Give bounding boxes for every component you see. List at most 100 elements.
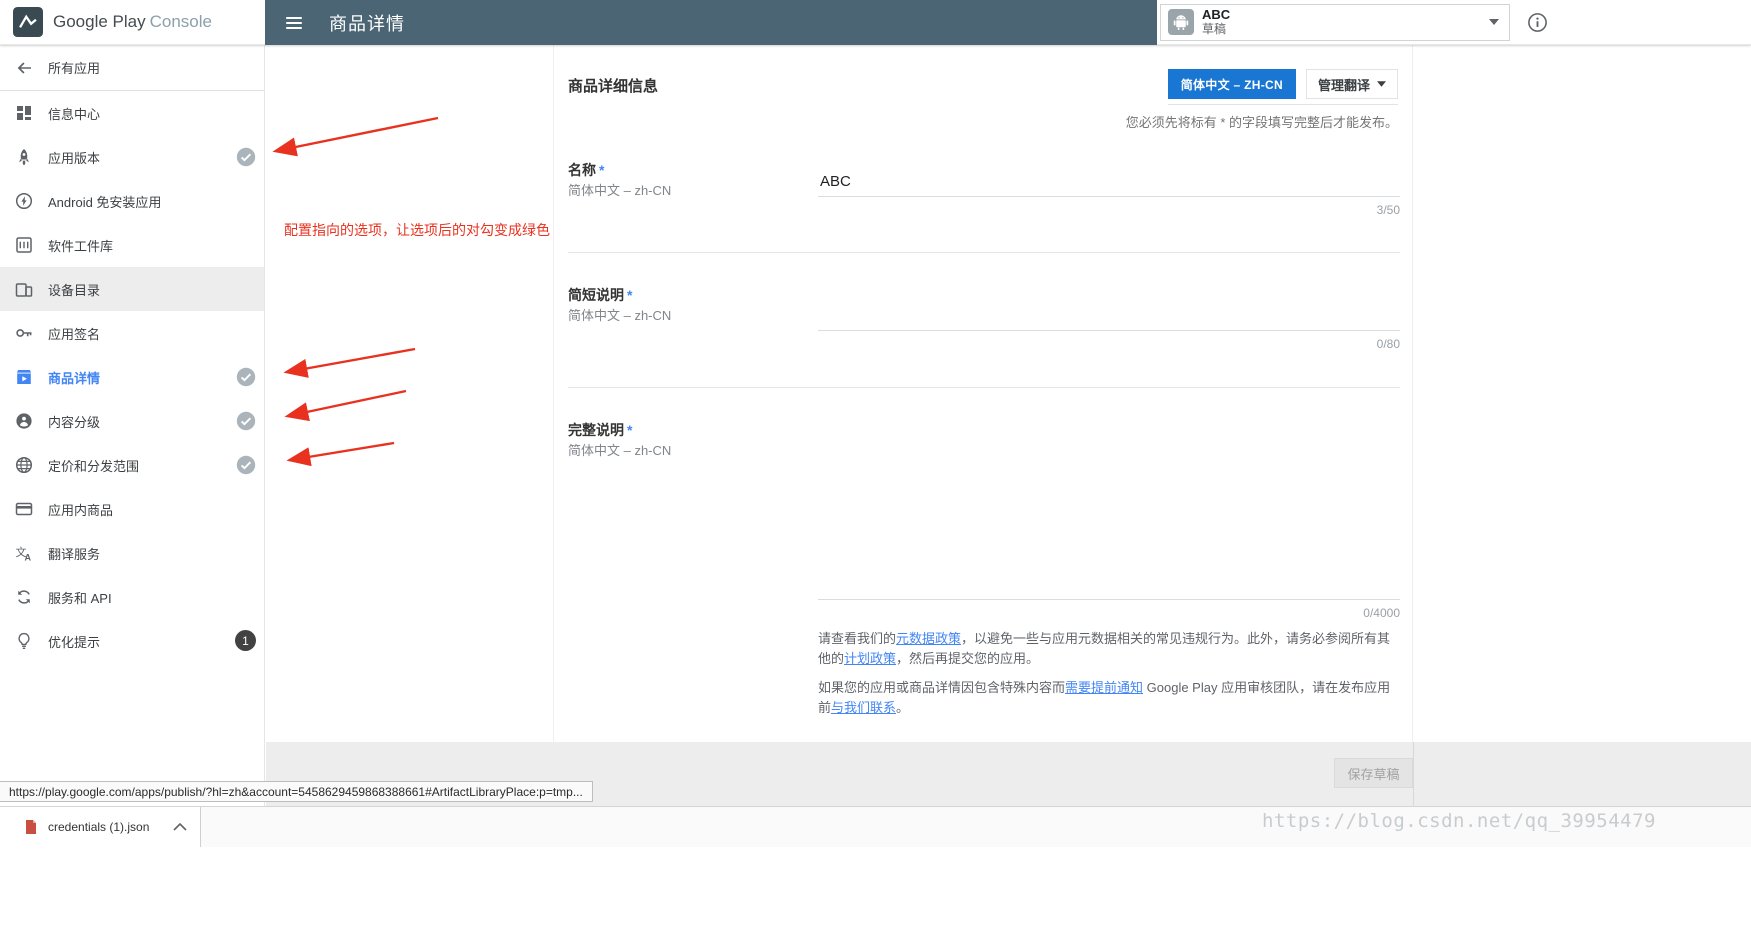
- sidebar-item-services-api[interactable]: 服务和 API: [0, 575, 264, 619]
- brand-name-primary: Google Play: [53, 12, 146, 31]
- policy-notes: 请查看我们的元数据政策，以避免一些与应用元数据相关的常见违规行为。此外，请务必参…: [818, 629, 1402, 719]
- sidebar-item-label: 信息中心: [48, 106, 101, 122]
- sidebar-back-label: 所有应用: [48, 61, 101, 76]
- sidebar-item-app-releases[interactable]: 应用版本: [0, 135, 264, 179]
- advance-notice-link[interactable]: 需要提前通知: [1065, 680, 1143, 695]
- policy-text: ，然后再提交您的应用。: [896, 651, 1040, 667]
- section-title: 商品详细信息: [568, 78, 659, 95]
- short-description-input[interactable]: [818, 291, 1400, 331]
- sidebar-item-instant-apps[interactable]: Android 免安装应用: [0, 179, 264, 223]
- manage-translations-label: 管理翻译: [1317, 77, 1370, 93]
- footer-divider: [1413, 742, 1414, 806]
- topbar-right-section: ABC 草稿: [1157, 0, 1751, 45]
- store-listing-card: 商品详细信息 简体中文 – ZH-CN 管理翻译 您必须先将标有 * 的字段填写…: [553, 45, 1413, 742]
- top-app-bar: Google Play Console 商品详情 ABC 草稿: [0, 0, 1751, 45]
- sidebar-item-dashboard[interactable]: 信息中心: [0, 91, 264, 135]
- manage-translations-button[interactable]: 管理翻译: [1305, 69, 1398, 99]
- download-item[interactable]: credentials (1).json: [0, 807, 201, 847]
- app-name: ABC: [1202, 6, 1231, 22]
- metadata-policy-link[interactable]: 元数据政策: [896, 631, 961, 646]
- chevron-down-icon: [1377, 81, 1386, 87]
- devices-icon: [15, 280, 33, 298]
- key-icon: [15, 324, 33, 342]
- full-description-input[interactable]: [818, 429, 1400, 600]
- sidebar-item-label: 服务和 API: [48, 590, 112, 606]
- field-label-text: 完整说明: [568, 422, 624, 438]
- svg-text:A: A: [25, 553, 32, 563]
- translate-icon: 文A: [15, 544, 33, 562]
- menu-icon[interactable]: [284, 13, 304, 33]
- sidebar-item-label: 优化提示: [48, 634, 101, 650]
- annotation-note: 配置指向的选项，让选项后的对勾变成绿色: [284, 222, 550, 238]
- sidebar-item-label: 定价和分发范围: [48, 458, 140, 474]
- sidebar-item-label: 软件工件库: [48, 238, 114, 254]
- storefront-icon: [15, 368, 33, 386]
- instant-bolt-icon: [15, 192, 33, 210]
- file-icon: [23, 819, 39, 835]
- field-label-text: 名称: [568, 162, 596, 178]
- brand-name: Google Play Console: [53, 12, 212, 32]
- required-asterisk: *: [599, 162, 605, 178]
- sidebar-item-optimization-tips[interactable]: 优化提示 1: [0, 619, 264, 663]
- sidebar-item-translation-service[interactable]: 文A 翻译服务: [0, 531, 264, 575]
- sidebar-item-label: 内容分级: [48, 414, 101, 430]
- rocket-icon: [15, 148, 33, 166]
- policy-text: 。: [896, 700, 910, 716]
- sidebar-item-label: 应用版本: [48, 150, 101, 166]
- sidebar-item-in-app-products[interactable]: 应用内商品: [0, 487, 264, 531]
- name-field-language: 简体中文 – zh-CN: [568, 183, 672, 198]
- sidebar-item-content-rating[interactable]: 内容分级: [0, 399, 264, 443]
- topbar-dark-section: 商品详情: [265, 0, 405, 45]
- full-description-field-language: 简体中文 – zh-CN: [568, 443, 672, 458]
- name-input[interactable]: ABC: [818, 161, 1400, 197]
- sidebar-item-label: 商品详情: [48, 370, 101, 386]
- arrow-back-icon: [15, 59, 33, 77]
- app-status-badge: 草稿: [1202, 21, 1227, 36]
- play-console-logo-icon: [13, 7, 43, 37]
- sidebar-item-label: 设备目录: [48, 282, 101, 298]
- sidebar-item-artifact-library[interactable]: 软件工件库: [0, 223, 264, 267]
- chevron-down-icon[interactable]: [1489, 19, 1499, 25]
- sidebar-item-label: 应用内商品: [48, 502, 114, 518]
- sidebar-item-app-signing[interactable]: 应用签名: [0, 311, 264, 355]
- brand-logo[interactable]: Google Play Console: [0, 0, 265, 45]
- browser-status-url: https://play.google.com/apps/publish/?hl…: [0, 781, 593, 802]
- short-description-char-counter: 0/80: [1376, 337, 1400, 351]
- policy-text: 如果您的应用或商品详情因包含特殊内容而: [818, 680, 1066, 696]
- special-content-note: 如果您的应用或商品详情因包含特殊内容而需要提前通知 Google Play 应用…: [818, 678, 1402, 718]
- check-circle-icon: [236, 147, 256, 167]
- download-filename: credentials (1).json: [48, 820, 150, 834]
- metadata-policy-note: 请查看我们的元数据政策，以避免一些与应用元数据相关的常见违规行为。此外，请务必参…: [818, 629, 1402, 669]
- sidebar-item-pricing-distribution[interactable]: 定价和分发范围: [0, 443, 264, 487]
- required-asterisk: *: [627, 422, 633, 438]
- page-title: 商品详情: [329, 13, 405, 34]
- short-description-field-language: 简体中文 – zh-CN: [568, 308, 672, 323]
- sidebar-item-label: 应用签名: [48, 326, 101, 342]
- sidebar-item-store-listing[interactable]: 商品详情: [0, 355, 264, 399]
- credit-card-icon: [15, 500, 33, 518]
- person-circle-icon: [15, 412, 33, 430]
- program-policy-link[interactable]: 计划政策: [844, 651, 896, 666]
- watermark-text: https://blog.csdn.net/qq_39954479: [1262, 810, 1656, 832]
- lightbulb-icon: [15, 632, 33, 650]
- app-meta: ABC 草稿: [1202, 6, 1231, 37]
- contact-us-link[interactable]: 与我们联系: [831, 700, 896, 715]
- name-char-counter: 3/50: [1376, 203, 1400, 217]
- android-app-icon: [1168, 9, 1194, 35]
- info-icon[interactable]: [1527, 12, 1548, 33]
- check-circle-icon: [236, 411, 256, 431]
- required-fields-hint: 您必须先将标有 * 的字段填写完整后才能发布。: [1125, 115, 1398, 130]
- chevron-up-icon[interactable]: [173, 823, 187, 831]
- sidebar-item-device-catalog[interactable]: 设备目录: [0, 267, 264, 311]
- sidebar-item-label: Android 免安装应用: [48, 194, 162, 210]
- sidebar-back-all-apps[interactable]: 所有应用: [0, 45, 264, 91]
- save-draft-button[interactable]: 保存草稿: [1334, 758, 1413, 788]
- full-description-field-label: 完整说明 *: [568, 420, 632, 440]
- language-button[interactable]: 简体中文 – ZH-CN: [1167, 69, 1296, 99]
- dashboard-icon: [15, 104, 33, 122]
- main-content: 商品详细信息 简体中文 – ZH-CN 管理翻译 您必须先将标有 * 的字段填写…: [266, 45, 1751, 806]
- policy-text: 请查看我们的: [818, 631, 897, 646]
- app-selector[interactable]: ABC 草稿: [1160, 3, 1510, 41]
- check-circle-icon: [236, 367, 256, 387]
- field-divider: [568, 387, 1400, 388]
